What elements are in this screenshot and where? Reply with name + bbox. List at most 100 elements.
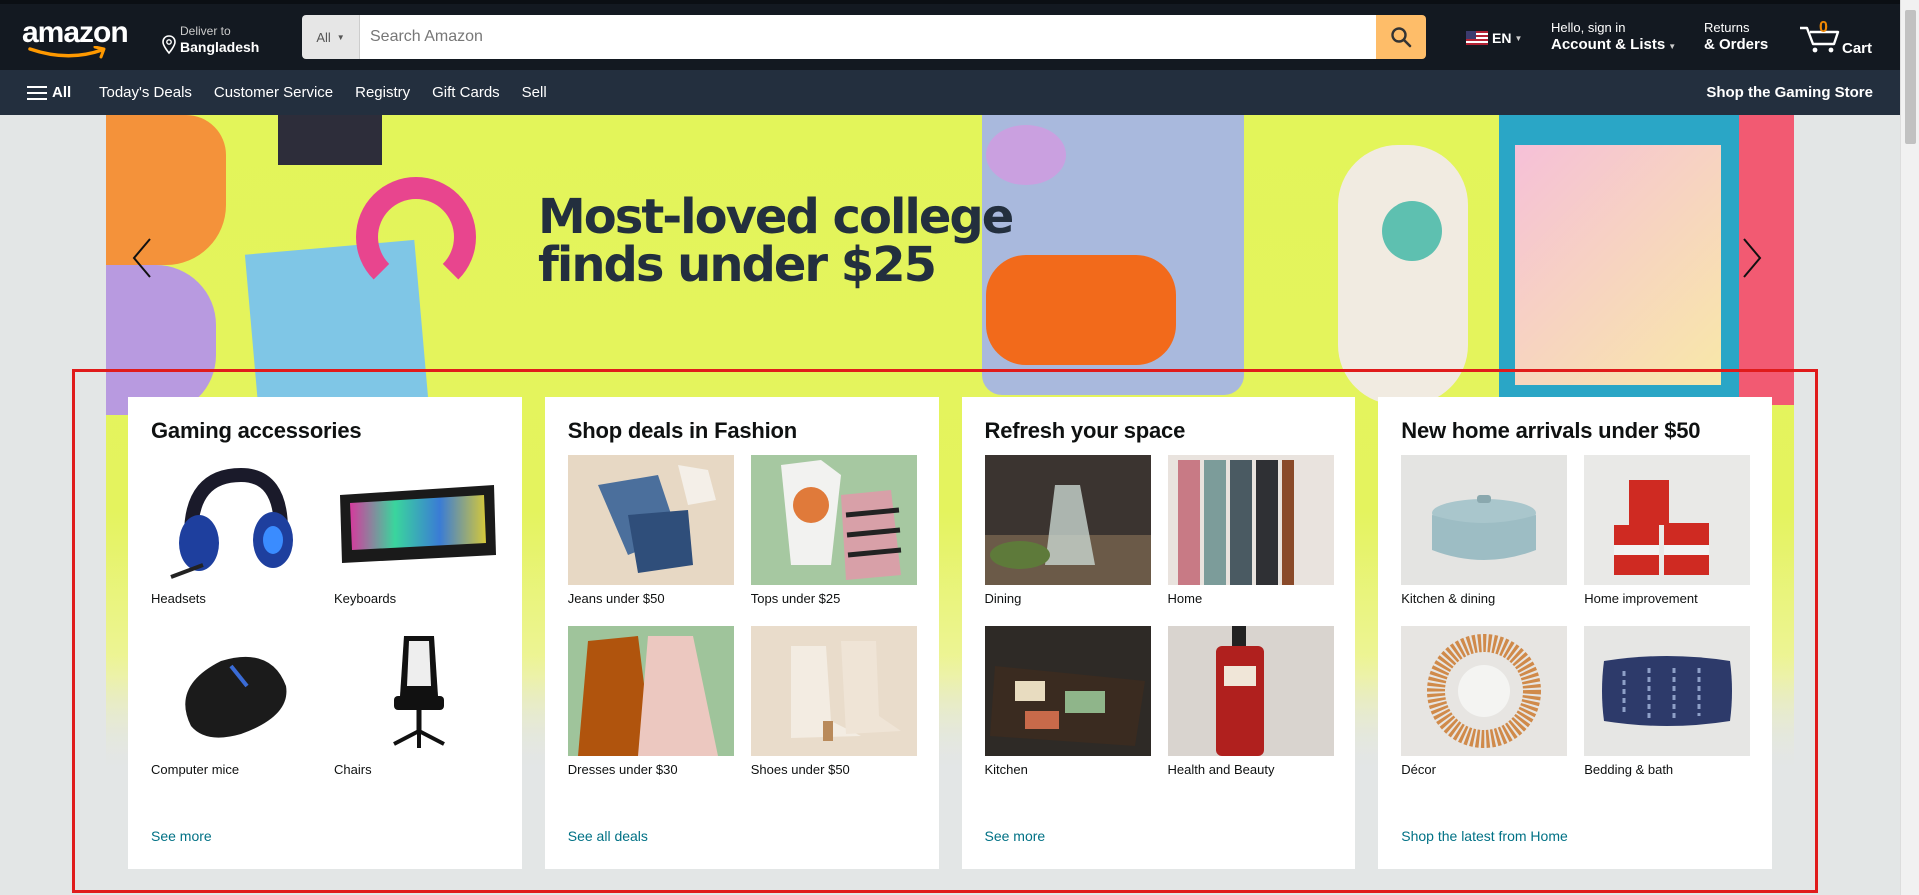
shoes-image — [750, 626, 917, 756]
card-title: Shop deals in Fashion — [567, 418, 798, 443]
deliver-label: Deliver to — [180, 24, 231, 38]
card-item-dining[interactable]: Dining — [984, 455, 1151, 608]
account-and-lists[interactable]: Hello, sign in Account & Lists ▼ — [1551, 20, 1676, 55]
card-item-caption: Dresses under $30 — [567, 762, 678, 777]
card-link[interactable]: See all deals — [568, 828, 648, 844]
card-item-caption: Jeans under $50 — [567, 591, 665, 606]
subnav-item-todays-deals[interactable]: Today's Deals — [99, 84, 192, 101]
us-flag-icon — [1466, 31, 1488, 45]
all-menu-label: All — [52, 84, 72, 101]
carousel-next-button[interactable] — [1736, 233, 1766, 283]
carousel-prev-button[interactable] — [128, 233, 158, 283]
hamburger-icon — [27, 85, 47, 100]
card-item-caption: Kitchen & dining — [1401, 591, 1496, 606]
caret-down-icon: ▼ — [336, 32, 345, 42]
mouse-image — [151, 626, 317, 756]
card-item-home[interactable]: Home — [1167, 455, 1334, 608]
card-item-caption: Headsets — [151, 591, 206, 606]
card-item-keyboards[interactable]: Keyboards — [334, 455, 500, 608]
gaming-store-link[interactable]: Shop the Gaming Store — [1706, 84, 1873, 101]
kitchen-image — [984, 626, 1151, 756]
search-button[interactable] — [1376, 15, 1426, 59]
sub-navigation: All Today's Deals Customer Service Regis… — [0, 70, 1900, 115]
subnav-item-gift-cards[interactable]: Gift Cards — [432, 84, 500, 101]
cart-label: Cart — [1842, 40, 1873, 57]
card-item-caption: Décor — [1401, 762, 1436, 777]
dining-image — [984, 455, 1151, 585]
chevron-left-icon — [132, 238, 151, 278]
card-link[interactable]: See more — [985, 828, 1046, 844]
card-item-chairs[interactable]: Chairs — [334, 626, 500, 779]
scrollbar-thumb[interactable] — [1905, 10, 1916, 144]
search-category-dropdown[interactable]: All ▼ — [302, 15, 360, 59]
returns-and-orders[interactable]: Returns & Orders — [1704, 20, 1768, 53]
card-link[interactable]: See more — [151, 828, 212, 844]
card-title: Gaming accessories — [151, 418, 362, 443]
page-scrollbar[interactable] — [1900, 0, 1919, 895]
card-fashion-deals: Shop deals in Fashion Jeans under $50 To… — [544, 397, 939, 869]
card-item-caption: Shoes under $50 — [750, 762, 850, 777]
card-gaming-accessories: Gaming accessories Headsets Keyboards Co… — [128, 397, 522, 869]
deliver-country: Bangladesh — [180, 39, 260, 55]
jeans-image — [567, 455, 734, 585]
tops-image — [750, 455, 917, 585]
cart-button[interactable]: 0 Cart — [1798, 18, 1878, 58]
all-menu-button[interactable]: All — [27, 84, 71, 101]
account-greeting: Hello, sign in — [1551, 20, 1626, 35]
subnav-items: Today's Deals Customer Service Registry … — [99, 84, 547, 101]
card-item-health-beauty[interactable]: Health and Beauty — [1167, 626, 1334, 779]
card-item-shoes[interactable]: Shoes under $50 — [750, 626, 917, 779]
search-input[interactable] — [360, 15, 1376, 59]
card-item-caption: Bedding & bath — [1584, 762, 1674, 777]
subnav-item-registry[interactable]: Registry — [355, 84, 410, 101]
header: amazon Deliver to Bangladesh All ▼ Searc… — [0, 4, 1900, 70]
card-item-home-improvement[interactable]: Home improvement — [1584, 455, 1751, 608]
brush-decoration — [986, 125, 1066, 185]
card-item-caption: Chairs — [334, 762, 372, 777]
card-item-kitchen[interactable]: Kitchen — [984, 626, 1151, 779]
deliver-to-location[interactable]: Deliver to Bangladesh — [160, 20, 259, 56]
amazon-logo[interactable]: amazon — [22, 18, 134, 59]
category-cards: Gaming accessories Headsets Keyboards Co… — [128, 397, 1772, 869]
card-item-kitchen-dining[interactable]: Kitchen & dining — [1401, 455, 1568, 608]
card-item-decor[interactable]: Décor — [1401, 626, 1568, 779]
smile-arrow-icon — [28, 46, 106, 59]
search-category-label: All — [316, 29, 331, 45]
card-item-tops[interactable]: Tops under $25 — [750, 455, 917, 608]
language-selector[interactable]: EN ▼ — [1466, 30, 1522, 46]
mirror-image — [1401, 626, 1568, 756]
paint-cans-image — [1584, 455, 1751, 585]
card-item-caption: Tops under $25 — [750, 591, 841, 606]
card-title: Refresh your space — [984, 418, 1186, 443]
card-new-home-arrivals: New home arrivals under $50 Kitchen & di… — [1378, 397, 1772, 869]
home-image — [1167, 455, 1334, 585]
headset-image — [151, 455, 317, 585]
card-item-caption: Kitchen — [984, 762, 1028, 777]
headband-decoration — [356, 177, 476, 297]
dutch-oven-image — [1401, 455, 1568, 585]
dresses-image — [567, 626, 734, 756]
card-item-bedding-bath[interactable]: Bedding & bath — [1584, 626, 1751, 779]
chair-image — [334, 626, 500, 756]
card-item-caption: Computer mice — [151, 762, 240, 777]
smiley-decoration — [1382, 201, 1442, 261]
search-bar: All ▼ — [302, 15, 1426, 59]
purple-slipper-decoration — [106, 265, 216, 415]
account-label: Account & Lists — [1551, 36, 1666, 53]
card-item-computer-mice[interactable]: Computer mice — [151, 626, 317, 779]
subnav-item-customer-service[interactable]: Customer Service — [214, 84, 333, 101]
card-item-caption: Dining — [984, 591, 1022, 606]
health-beauty-image — [1167, 626, 1334, 756]
hero-headline: Most-loved college finds under $25 — [538, 189, 1014, 293]
card-item-headsets[interactable]: Headsets — [151, 455, 317, 608]
card-item-jeans[interactable]: Jeans under $50 — [567, 455, 734, 608]
slipper-decoration — [1338, 145, 1468, 405]
eyeshadow-palette-decoration — [278, 115, 382, 165]
keyboard-image — [334, 455, 500, 585]
card-link[interactable]: Shop the latest from Home — [1401, 828, 1568, 844]
cart-count: 0 — [1819, 19, 1828, 36]
chevron-right-icon — [1743, 238, 1762, 278]
card-item-dresses[interactable]: Dresses under $30 — [567, 626, 734, 779]
location-pin-icon — [162, 35, 176, 55]
subnav-item-sell[interactable]: Sell — [522, 84, 547, 101]
